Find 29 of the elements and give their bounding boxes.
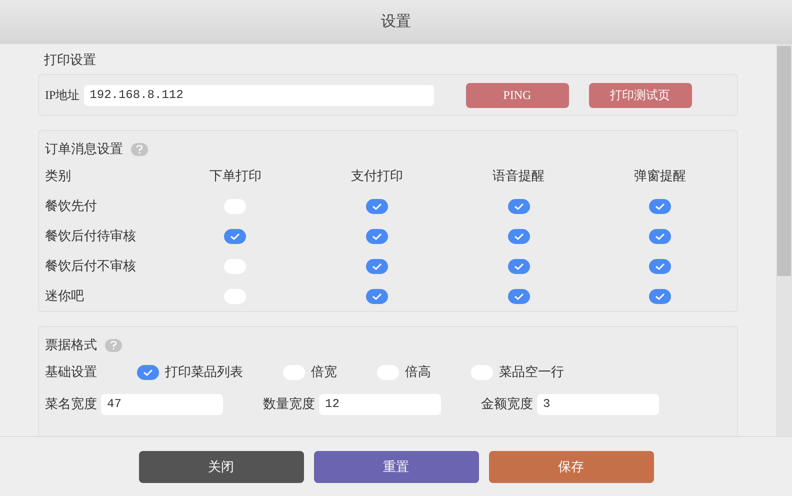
section-title: 订单消息设置 [45, 140, 123, 158]
reset-button[interactable]: 重置 [314, 450, 478, 482]
row-label: 餐饮先付 [45, 198, 97, 214]
field-label: 金额宽度 [481, 395, 533, 414]
option-label: 倍高 [405, 363, 431, 382]
option-label: 菜品空一行 [499, 363, 564, 382]
row-label: 基础设置 [45, 363, 98, 382]
field-label: IP地址 [45, 87, 80, 104]
save-button[interactable]: 保存 [488, 450, 654, 482]
column-header: 类别 [45, 168, 71, 184]
column-header: 弹窗提醒 [634, 167, 686, 186]
close-button[interactable]: 关闭 [138, 450, 304, 482]
window-title: 设置 [381, 12, 411, 32]
section-title: 打印设置 [43, 51, 97, 69]
row-label: 餐饮后付待审核 [45, 228, 136, 244]
input-field[interactable]: 3 [537, 394, 659, 414]
ip-input-field[interactable]: 192.168.8.112 [84, 84, 434, 106]
row-label: 迷你吧 [45, 288, 84, 304]
column-header: 支付打印 [351, 167, 404, 186]
field-label: 数量宽度 [263, 395, 315, 414]
option-label: 打印菜品列表 [165, 363, 243, 382]
column-header: 下单打印 [209, 167, 262, 186]
column-header: 语音提醒 [492, 167, 545, 186]
input-field[interactable]: 12 [319, 394, 441, 414]
section-title: 票据格式 [45, 336, 97, 354]
row-label: 餐饮后付不审核 [45, 258, 136, 274]
option-label: 倍宽 [311, 363, 337, 382]
field-label: 菜名宽度 [45, 395, 97, 414]
input-field[interactable]: 47 [101, 394, 223, 414]
